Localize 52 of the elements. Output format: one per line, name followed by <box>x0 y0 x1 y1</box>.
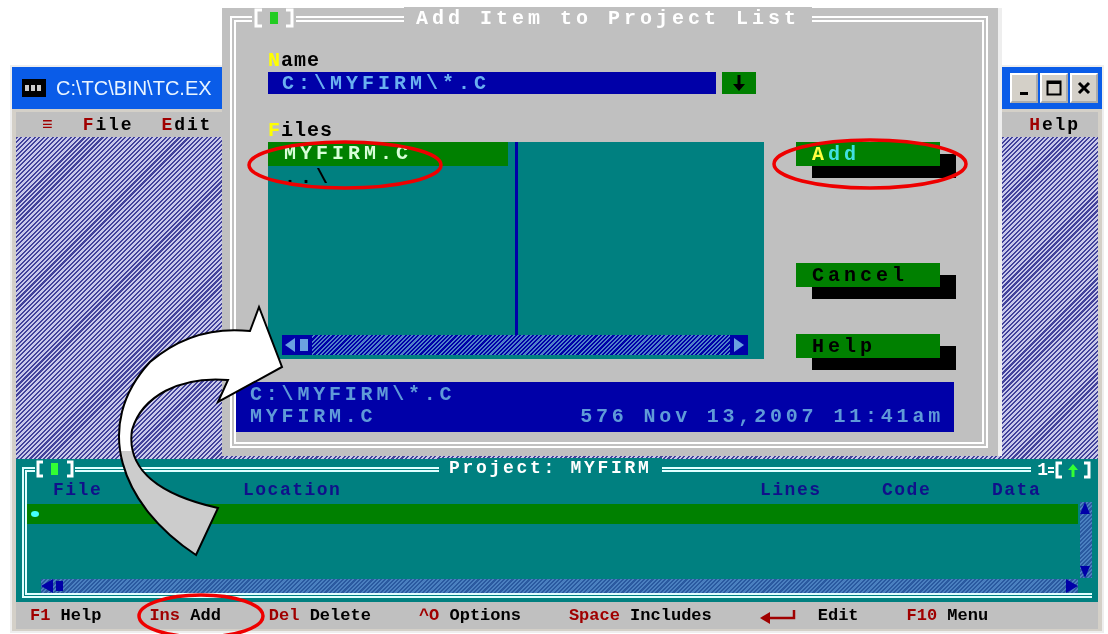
menu-item[interactable]: Edit <box>161 114 213 135</box>
file-list-item[interactable]: MYFIRM.C <box>268 142 508 166</box>
menu-item[interactable]: Help <box>1029 114 1080 135</box>
shortcut-hint[interactable]: F10 Menu <box>906 606 989 625</box>
info-date: Nov 13,2007 <box>643 406 818 428</box>
maximize-button[interactable] <box>1040 73 1068 103</box>
close-button[interactable] <box>1070 73 1098 103</box>
shortcut-hint[interactable]: ^O Options <box>418 606 521 625</box>
vertical-scrollbar[interactable] <box>1080 502 1092 578</box>
file-list-item[interactable]: ..\ <box>268 166 508 190</box>
maximize-icon <box>1046 80 1062 96</box>
info-filename: MYFIRM.C <box>250 406 377 428</box>
info-time: 11:41am <box>833 406 944 428</box>
console-icon <box>22 79 46 97</box>
column-header[interactable]: Lines <box>760 480 882 500</box>
history-dropdown-button[interactable] <box>722 72 756 94</box>
info-path: C:\MYFIRM\*.C <box>250 384 457 406</box>
name-label: Name <box>268 50 321 72</box>
scroll-up-icon[interactable] <box>1080 502 1090 514</box>
window-number: 1 <box>1036 460 1048 480</box>
name-input-field[interactable]: C:\MYFIRM\*.C <box>268 72 716 94</box>
column-header[interactable]: Code <box>882 480 992 500</box>
files-label: Files <box>268 120 334 142</box>
menu-item[interactable]: File <box>82 114 134 135</box>
project-title: Project: MYFIRM <box>439 458 662 478</box>
zoom-box-icon[interactable] <box>1048 461 1092 479</box>
menu-item[interactable]: ≡ <box>42 114 55 135</box>
shortcut-hint[interactable]: Del Delete <box>268 606 371 625</box>
close-box-icon[interactable] <box>252 8 296 28</box>
dialog-title: Add Item to Project List <box>404 7 813 30</box>
scroll-right-icon[interactable] <box>1066 579 1078 593</box>
column-header[interactable]: Data <box>992 480 1092 500</box>
shortcut-hint[interactable]: Space Includes <box>568 606 712 625</box>
shortcut-hint[interactable]: F1 Help <box>30 606 102 625</box>
horizontal-scrollbar[interactable] <box>282 335 748 355</box>
close-box-icon[interactable] <box>35 460 75 478</box>
horizontal-scrollbar[interactable] <box>41 579 1078 593</box>
scroll-left-icon[interactable] <box>41 579 65 593</box>
minimize-icon <box>1020 91 1028 95</box>
down-arrow-icon <box>733 75 745 91</box>
close-icon <box>1077 81 1091 95</box>
shortcut-hint[interactable]: Edit <box>817 606 859 625</box>
column-header[interactable]: Location <box>243 480 760 500</box>
scroll-down-icon[interactable] <box>1080 566 1090 578</box>
scroll-left-icon[interactable] <box>282 335 312 355</box>
selected-row[interactable] <box>27 504 1078 524</box>
minimize-button[interactable] <box>1010 73 1038 103</box>
scroll-right-icon[interactable] <box>730 335 748 355</box>
window-title: C:\TC\BIN\TC.EX <box>56 76 212 100</box>
info-size: 576 <box>580 406 628 428</box>
shortcut-hint[interactable]: Ins Add <box>149 606 221 625</box>
column-header[interactable]: File <box>53 480 243 500</box>
